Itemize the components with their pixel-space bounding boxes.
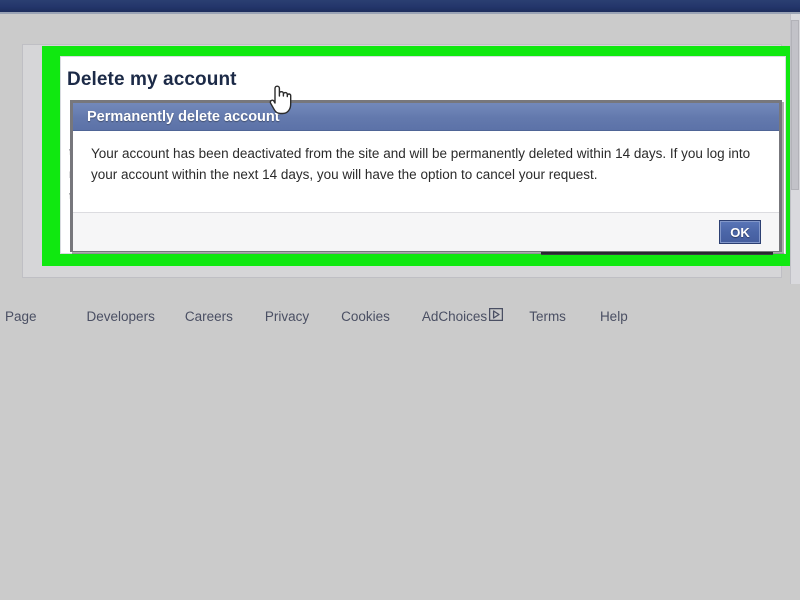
footer-link-label: Page <box>5 308 37 324</box>
dialog-footer: OK <box>73 213 779 251</box>
footer-link-privacy[interactable]: Privacy <box>265 309 309 324</box>
ok-button[interactable]: OK <box>719 220 761 244</box>
footer-link-page[interactable]: Page <box>5 309 37 324</box>
dialog-titlebar: Permanently delete account <box>73 103 779 131</box>
footer-link-label: Cookies <box>341 308 390 324</box>
footer-link-careers[interactable]: Careers <box>185 309 233 324</box>
dialog-title: Permanently delete account <box>87 108 280 125</box>
footer-link-label: Developers <box>86 308 155 324</box>
page-scrollbar-thumb[interactable] <box>791 20 799 190</box>
adchoices-triangle-icon <box>489 307 504 324</box>
footer-link-cookies[interactable]: Cookies <box>341 309 390 324</box>
footer-link-help[interactable]: Help <box>600 309 628 324</box>
footer-link-label: Terms <box>529 308 566 324</box>
footer-link-label: Careers <box>184 308 233 324</box>
footer-link-terms[interactable]: Terms <box>529 309 566 324</box>
footer-link-label: Privacy <box>264 308 310 324</box>
page-title: Delete my account <box>67 69 237 90</box>
footer-link-label: AdChoices <box>421 308 488 324</box>
footer-link-developers[interactable]: Developers <box>87 309 155 324</box>
footer-link-label: Help <box>599 308 628 324</box>
site-top-navigation-bar <box>0 0 800 12</box>
pointer-hand-cursor <box>268 84 294 116</box>
permanently-delete-account-dialog: Permanently delete account Your account … <box>70 100 782 252</box>
dialog-body: Your account has been deactivated from t… <box>73 131 779 213</box>
dialog-message: Your account has been deactivated from t… <box>91 146 751 182</box>
footer-link-adchoices[interactable]: AdChoices <box>421 307 504 324</box>
site-footer: Page Developers Careers Privacy Cookies … <box>0 303 800 329</box>
